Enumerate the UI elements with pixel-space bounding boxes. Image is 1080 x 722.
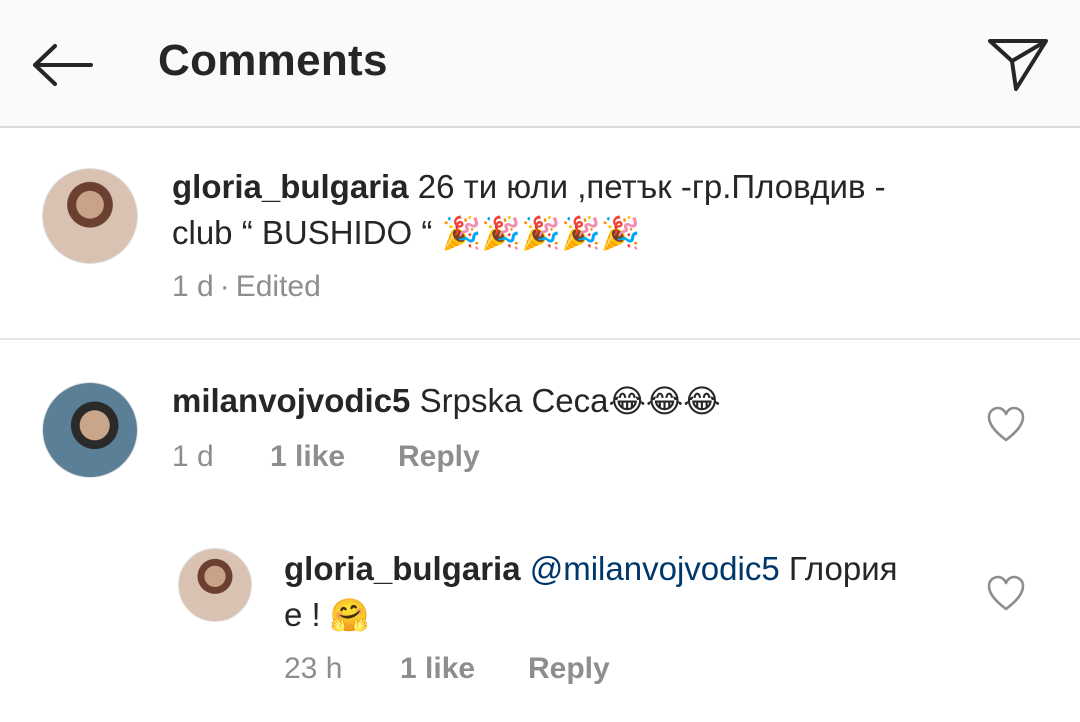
comment-text: milanvojvodic5 Srpska Ceca😂😂😂 [172,378,952,424]
caption-separator: · [219,270,230,303]
caption-line1: 26 ти юли ,петък -гр.Пловдив - [417,168,886,205]
caption-time: 1 d [172,270,214,303]
reply-mention[interactable]: @milanvojvodic5 [530,550,780,587]
reply-button[interactable]: Reply [398,440,480,474]
comment-likes-link[interactable]: 1 like [270,440,398,474]
page-title: Comments [158,36,388,85]
header-bar: Comments [0,0,1080,128]
caption-text: gloria_bulgaria 26 ти юли ,петък -гр.Пло… [172,164,1032,256]
caption-line2: club “ BUSHIDO “ [172,214,433,251]
comment-time: 1 d [172,440,214,473]
reply-likes-link[interactable]: 1 like [400,652,528,686]
back-button[interactable] [22,30,102,100]
party-popper-emojis: 🎉🎉🎉🎉🎉 [441,214,641,252]
reply-meta: 23 h 1 like Reply [284,652,610,686]
caption-meta: 1 d · Edited [172,270,321,304]
reply-text: gloria_bulgaria @milanvojvodic5 Глория е… [284,546,964,638]
paper-plane-icon [988,39,1048,91]
reply-username[interactable]: gloria_bulgaria [284,550,521,587]
avatar[interactable] [178,548,252,622]
avatar[interactable] [42,168,138,264]
avatar[interactable] [42,382,138,478]
comment-body: Srpska Ceca [419,382,609,419]
heart-icon[interactable] [986,574,1026,614]
reply-line1: Глория [788,550,898,587]
caption-username[interactable]: gloria_bulgaria [172,168,409,205]
reply-button[interactable]: Reply [528,652,610,686]
share-button[interactable] [978,28,1058,98]
reply-line2: е ! [284,596,321,633]
comment-username[interactable]: milanvojvodic5 [172,382,410,419]
post-caption: gloria_bulgaria 26 ти юли ,петък -гр.Пло… [0,128,1080,340]
heart-icon[interactable] [986,405,1026,445]
comment-meta: 1 d 1 like Reply [172,440,480,474]
reply-time: 23 h [284,652,343,685]
caption-edited: Edited [235,270,321,303]
laughing-emojis: 😂😂😂 [608,382,721,420]
hugging-emoji: 🤗 [329,596,370,634]
arrow-left-icon [33,44,93,86]
